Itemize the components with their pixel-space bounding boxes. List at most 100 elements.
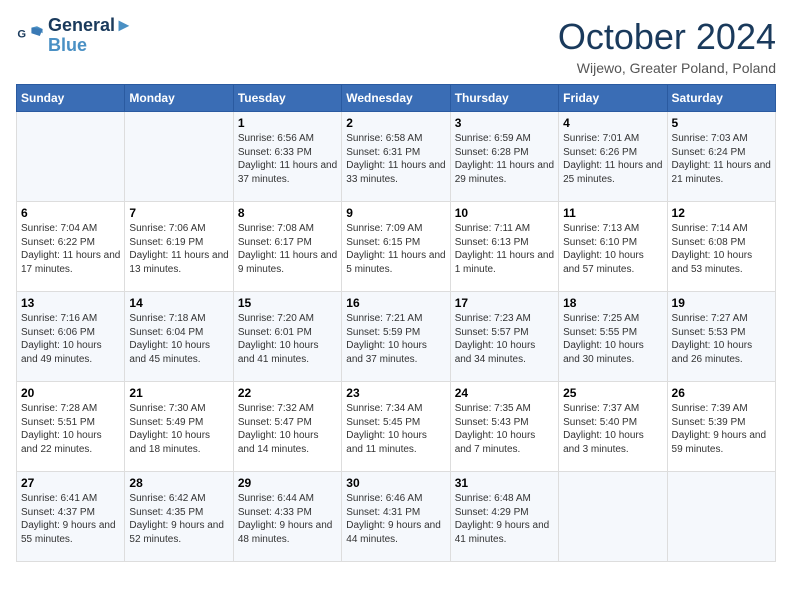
day-number: 22 (238, 386, 337, 400)
calendar-cell: 19Sunrise: 7:27 AM Sunset: 5:53 PM Dayli… (667, 292, 775, 382)
calendar-cell (17, 112, 125, 202)
day-number: 16 (346, 296, 445, 310)
day-number: 6 (21, 206, 120, 220)
calendar-cell: 24Sunrise: 7:35 AM Sunset: 5:43 PM Dayli… (450, 382, 558, 472)
logo: G General► Blue (16, 16, 133, 56)
day-info: Sunrise: 7:04 AM Sunset: 6:22 PM Dayligh… (21, 222, 120, 276)
weekday-header: Tuesday (233, 85, 341, 112)
day-info: Sunrise: 7:23 AM Sunset: 5:57 PM Dayligh… (455, 312, 554, 366)
month-title: October 2024 (558, 16, 776, 58)
calendar-cell: 16 Sunrise: 7:21 AM Sunset: 5:59 PM Dayli… (342, 292, 450, 382)
day-info: Sunrise: 6:42 AM Sunset: 4:35 PM Dayligh… (129, 492, 228, 546)
day-number: 18 (563, 296, 662, 310)
calendar-cell: 1 Sunrise: 6:56 AM Sunset: 6:33 PM Daylig… (233, 112, 341, 202)
day-number: 2 (346, 116, 445, 130)
calendar-cell: 23 Sunrise: 7:34 AM Sunset: 5:45 PM Dayli… (342, 382, 450, 472)
day-info: Sunrise: 7:18 AM Sunset: 6:04 PM Dayligh… (129, 312, 228, 366)
day-info: Sunrise: 6:56 AM Sunset: 6:33 PM Dayligh… (238, 132, 337, 186)
day-info: Sunrise: 7:20 AM Sunset: 6:01 PM Dayligh… (238, 312, 337, 366)
day-info: Sunrise: 7:28 AM Sunset: 5:51 PM Dayligh… (21, 402, 120, 456)
day-number: 30 (346, 476, 445, 490)
day-number: 13 (21, 296, 120, 310)
day-number: 29 (238, 476, 337, 490)
weekday-header-row: SundayMondayTuesdayWednesdayThursdayFrid… (17, 85, 776, 112)
day-number: 3 (455, 116, 554, 130)
day-info: Sunrise: 7:06 AM Sunset: 6:19 PM Dayligh… (129, 222, 228, 276)
calendar-week-row: 6 Sunrise: 7:04 AM Sunset: 6:22 PM Daylig… (17, 202, 776, 292)
day-info: Sunrise: 6:48 AM Sunset: 4:29 PM Dayligh… (455, 492, 554, 546)
calendar-cell: 27 Sunrise: 6:41 AM Sunset: 4:37 PM Dayli… (17, 472, 125, 562)
calendar-cell: 22 Sunrise: 7:32 AM Sunset: 5:47 PM Dayli… (233, 382, 341, 472)
calendar-cell: 26 Sunrise: 7:39 AM Sunset: 5:39 PM Dayli… (667, 382, 775, 472)
calendar-cell: 4 Sunrise: 7:01 AM Sunset: 6:26 PM Daylig… (559, 112, 667, 202)
calendar-week-row: 1 Sunrise: 6:56 AM Sunset: 6:33 PM Daylig… (17, 112, 776, 202)
calendar-table: SundayMondayTuesdayWednesdayThursdayFrid… (16, 84, 776, 562)
day-info: Sunrise: 7:13 AM Sunset: 6:10 PM Dayligh… (563, 222, 662, 276)
day-info: Sunrise: 7:25 AM Sunset: 5:55 PM Dayligh… (563, 312, 662, 366)
calendar-week-row: 27 Sunrise: 6:41 AM Sunset: 4:37 PM Dayli… (17, 472, 776, 562)
calendar-cell: 31Sunrise: 6:48 AM Sunset: 4:29 PM Dayli… (450, 472, 558, 562)
day-info: Sunrise: 6:58 AM Sunset: 6:31 PM Dayligh… (346, 132, 445, 186)
day-number: 20 (21, 386, 120, 400)
calendar-cell (125, 112, 233, 202)
day-info: Sunrise: 7:01 AM Sunset: 6:26 PM Dayligh… (563, 132, 662, 186)
day-number: 1 (238, 116, 337, 130)
day-number: 17 (455, 296, 554, 310)
day-info: Sunrise: 7:16 AM Sunset: 6:06 PM Dayligh… (21, 312, 120, 366)
day-info: Sunrise: 7:09 AM Sunset: 6:15 PM Dayligh… (346, 222, 445, 276)
calendar-cell: 3 Sunrise: 6:59 AM Sunset: 6:28 PM Daylig… (450, 112, 558, 202)
calendar-cell: 8Sunrise: 7:08 AM Sunset: 6:17 PM Daylig… (233, 202, 341, 292)
day-info: Sunrise: 7:14 AM Sunset: 6:08 PM Dayligh… (672, 222, 771, 276)
weekday-header: Wednesday (342, 85, 450, 112)
day-number: 11 (563, 206, 662, 220)
day-number: 23 (346, 386, 445, 400)
calendar-cell: 30 Sunrise: 6:46 AM Sunset: 4:31 PM Dayli… (342, 472, 450, 562)
weekday-header: Thursday (450, 85, 558, 112)
calendar-cell: 29 Sunrise: 6:44 AM Sunset: 4:33 PM Dayli… (233, 472, 341, 562)
calendar-cell: 12 Sunrise: 7:14 AM Sunset: 6:08 PM Dayli… (667, 202, 775, 292)
day-number: 24 (455, 386, 554, 400)
day-number: 19 (672, 296, 771, 310)
calendar-week-row: 13 Sunrise: 7:16 AM Sunset: 6:06 PM Dayli… (17, 292, 776, 382)
calendar-cell: 25Sunrise: 7:37 AM Sunset: 5:40 PM Dayli… (559, 382, 667, 472)
calendar-cell: 11 Sunrise: 7:13 AM Sunset: 6:10 PM Dayli… (559, 202, 667, 292)
title-block: October 2024 Wijewo, Greater Poland, Pol… (558, 16, 776, 76)
weekday-header: Sunday (17, 85, 125, 112)
svg-text:G: G (17, 28, 26, 40)
logo-icon: G (16, 22, 44, 50)
day-number: 14 (129, 296, 228, 310)
day-info: Sunrise: 7:32 AM Sunset: 5:47 PM Dayligh… (238, 402, 337, 456)
day-info: Sunrise: 6:44 AM Sunset: 4:33 PM Dayligh… (238, 492, 337, 546)
day-info: Sunrise: 6:59 AM Sunset: 6:28 PM Dayligh… (455, 132, 554, 186)
day-info: Sunrise: 7:34 AM Sunset: 5:45 PM Dayligh… (346, 402, 445, 456)
calendar-cell: 10Sunrise: 7:11 AM Sunset: 6:13 PM Dayli… (450, 202, 558, 292)
weekday-header: Monday (125, 85, 233, 112)
calendar-cell (559, 472, 667, 562)
day-number: 26 (672, 386, 771, 400)
weekday-header: Saturday (667, 85, 775, 112)
day-info: Sunrise: 7:30 AM Sunset: 5:49 PM Dayligh… (129, 402, 228, 456)
day-info: Sunrise: 6:46 AM Sunset: 4:31 PM Dayligh… (346, 492, 445, 546)
day-info: Sunrise: 7:37 AM Sunset: 5:40 PM Dayligh… (563, 402, 662, 456)
day-number: 27 (21, 476, 120, 490)
calendar-cell: 14 Sunrise: 7:18 AM Sunset: 6:04 PM Dayli… (125, 292, 233, 382)
calendar-cell: 20 Sunrise: 7:28 AM Sunset: 5:51 PM Dayli… (17, 382, 125, 472)
day-number: 15 (238, 296, 337, 310)
day-info: Sunrise: 7:03 AM Sunset: 6:24 PM Dayligh… (672, 132, 771, 186)
day-number: 12 (672, 206, 771, 220)
calendar-cell: 9Sunrise: 7:09 AM Sunset: 6:15 PM Daylig… (342, 202, 450, 292)
day-info: Sunrise: 7:11 AM Sunset: 6:13 PM Dayligh… (455, 222, 554, 276)
day-info: Sunrise: 7:39 AM Sunset: 5:39 PM Dayligh… (672, 402, 771, 456)
calendar-cell: 7Sunrise: 7:06 AM Sunset: 6:19 PM Daylig… (125, 202, 233, 292)
weekday-header: Friday (559, 85, 667, 112)
calendar-cell: 6 Sunrise: 7:04 AM Sunset: 6:22 PM Daylig… (17, 202, 125, 292)
day-number: 28 (129, 476, 228, 490)
day-number: 4 (563, 116, 662, 130)
day-number: 21 (129, 386, 228, 400)
calendar-cell: 2 Sunrise: 6:58 AM Sunset: 6:31 PM Daylig… (342, 112, 450, 202)
day-info: Sunrise: 6:41 AM Sunset: 4:37 PM Dayligh… (21, 492, 120, 546)
calendar-cell: 21 Sunrise: 7:30 AM Sunset: 5:49 PM Dayli… (125, 382, 233, 472)
day-info: Sunrise: 7:08 AM Sunset: 6:17 PM Dayligh… (238, 222, 337, 276)
day-info: Sunrise: 7:21 AM Sunset: 5:59 PM Dayligh… (346, 312, 445, 366)
calendar-cell: 18 Sunrise: 7:25 AM Sunset: 5:55 PM Dayli… (559, 292, 667, 382)
